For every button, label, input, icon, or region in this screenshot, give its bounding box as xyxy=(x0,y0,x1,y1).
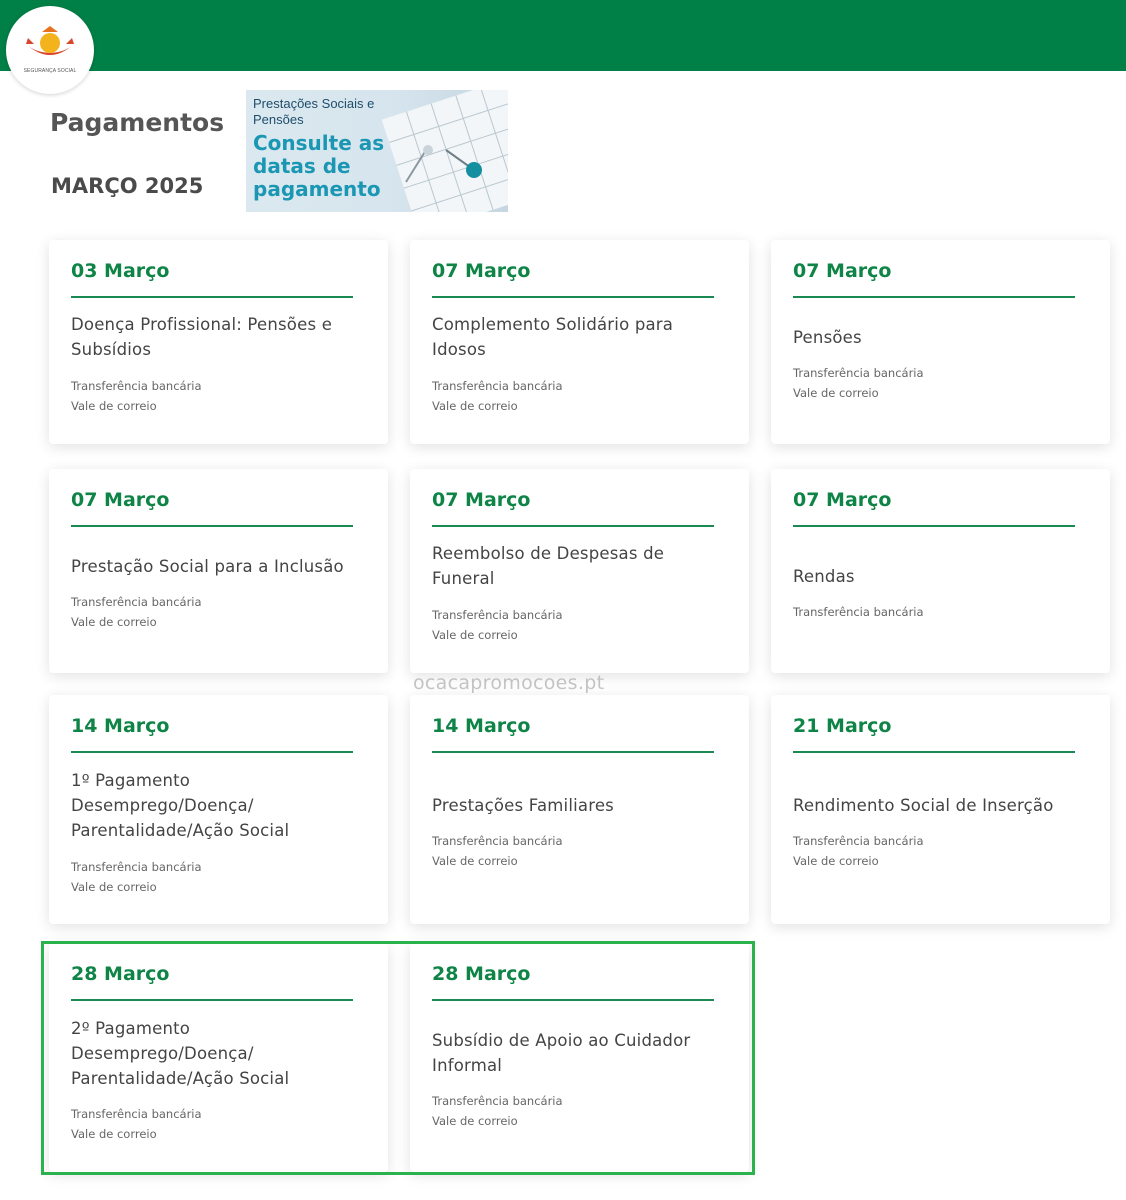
payment-card[interactable]: 14 Março 1º Pagamento Desemprego/Doença/… xyxy=(49,695,388,924)
payment-title: Doença Profissional: Pensões e Subsídios xyxy=(71,315,333,359)
payment-date: 21 Março xyxy=(793,715,892,737)
payment-method: Vale de correio xyxy=(432,399,518,413)
divider xyxy=(71,751,353,753)
payment-method: Transferência bancária xyxy=(71,379,202,393)
divider xyxy=(432,296,714,298)
divider xyxy=(793,751,1075,753)
payment-method: Transferência bancária xyxy=(432,608,563,622)
payment-methods: Transferência bancária Vale de correio xyxy=(71,376,202,416)
payment-methods: Transferência bancária xyxy=(793,602,924,622)
payment-card[interactable]: 21 Março Rendimento Social de Inserção T… xyxy=(771,695,1110,924)
payment-date: 07 Março xyxy=(432,260,531,282)
payment-date: 14 Março xyxy=(432,715,531,737)
payment-card[interactable]: 07 Março Prestação Social para a Inclusã… xyxy=(49,469,388,673)
payment-method: Vale de correio xyxy=(793,854,879,868)
payment-method: Vale de correio xyxy=(71,615,157,629)
payment-card[interactable]: 07 Março Pensões Transferência bancária … xyxy=(771,240,1110,444)
payment-method: Transferência bancária xyxy=(432,379,563,393)
logo-emblem-icon xyxy=(26,26,74,55)
divider xyxy=(432,525,714,527)
banner-subtitle: Prestações Sociais e Pensões xyxy=(253,96,375,127)
payment-method: Transferência bancária xyxy=(793,834,924,848)
payment-method: Vale de correio xyxy=(432,628,518,642)
payment-methods: Transferência bancária Vale de correio xyxy=(432,605,563,645)
payment-date: 03 Março xyxy=(71,260,170,282)
page-title: Pagamentos xyxy=(50,108,225,137)
payment-title: 1º Pagamento Desemprego/Doença/ Parental… xyxy=(71,771,290,840)
payment-method: Vale de correio xyxy=(71,880,157,894)
payment-method: Vale de correio xyxy=(432,854,518,868)
payment-methods: Transferência bancária Vale de correio xyxy=(71,857,202,897)
payment-card[interactable]: 07 Março Reembolso de Despesas de Funera… xyxy=(410,469,749,673)
payment-method: Transferência bancária xyxy=(71,860,202,874)
payment-title: Reembolso de Despesas de Funeral xyxy=(432,544,665,588)
highlight-frame xyxy=(41,941,755,1175)
payment-methods: Transferência bancária Vale de correio xyxy=(793,363,924,403)
divider xyxy=(71,296,353,298)
payment-date: 07 Março xyxy=(71,489,170,511)
payment-method: Transferência bancária xyxy=(793,605,924,619)
divider xyxy=(432,751,714,753)
payment-method: Vale de correio xyxy=(793,386,879,400)
logo-text: SEGURANÇA SOCIAL xyxy=(23,68,77,74)
payment-title: Prestações Familiares xyxy=(432,796,614,815)
payment-methods: Transferência bancária Vale de correio xyxy=(432,831,563,871)
payment-title: Rendimento Social de Inserção xyxy=(793,796,1054,815)
payment-card[interactable]: 07 Março Complemento Solidário para Idos… xyxy=(410,240,749,444)
payment-title: Rendas xyxy=(793,567,855,586)
divider xyxy=(793,525,1075,527)
payment-date: 07 Março xyxy=(793,260,892,282)
payment-methods: Transferência bancária Vale de correio xyxy=(71,592,202,632)
payment-card[interactable]: 07 Março Rendas Transferência bancária xyxy=(771,469,1110,673)
payment-title: Complemento Solidário para Idosos xyxy=(432,315,674,359)
top-bar xyxy=(0,0,1126,71)
payment-title: Prestação Social para a Inclusão xyxy=(71,557,344,576)
payment-methods: Transferência bancária Vale de correio xyxy=(432,376,563,416)
payment-method: Transferência bancária xyxy=(793,366,924,380)
payment-date: 14 Março xyxy=(71,715,170,737)
payment-date: 07 Março xyxy=(793,489,892,511)
divider xyxy=(793,296,1075,298)
month-title: MARÇO 2025 xyxy=(51,174,204,198)
banner-headline: Consulte as datas de pagamento xyxy=(253,131,385,201)
payment-method: Vale de correio xyxy=(71,399,157,413)
payment-dates-banner[interactable]: Prestações Sociais e Pensões Consulte as… xyxy=(246,90,508,212)
divider xyxy=(71,525,353,527)
seguranca-social-logo[interactable]: SEGURANÇA SOCIAL xyxy=(6,6,94,94)
payment-method: Transferência bancária xyxy=(432,834,563,848)
payment-card[interactable]: 14 Março Prestações Familiares Transferê… xyxy=(410,695,749,924)
payment-methods: Transferência bancária Vale de correio xyxy=(793,831,924,871)
payment-method: Transferência bancária xyxy=(71,595,202,609)
payment-card[interactable]: 03 Março Doença Profissional: Pensões e … xyxy=(49,240,388,444)
payment-date: 07 Março xyxy=(432,489,531,511)
watermark: ocacapromocoes.pt xyxy=(413,672,605,694)
payment-title: Pensões xyxy=(793,328,862,347)
